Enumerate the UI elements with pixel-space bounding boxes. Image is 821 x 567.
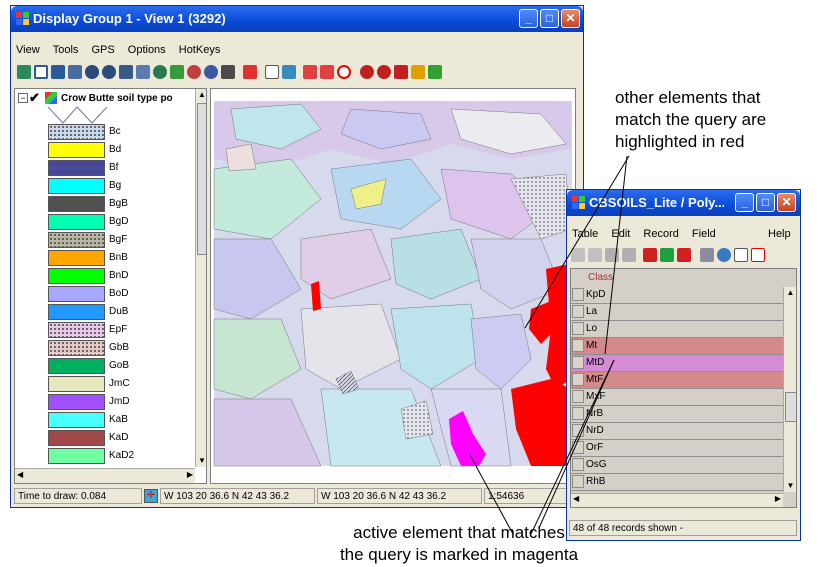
annotation-bottom: active element that matches the query is… bbox=[234, 522, 704, 566]
annotation-top-arrows bbox=[469, 155, 630, 535]
annotation-bottom-line1: active element that matches bbox=[353, 523, 565, 542]
annotation-bottom-line2: the query is marked in magenta bbox=[339, 545, 579, 564]
